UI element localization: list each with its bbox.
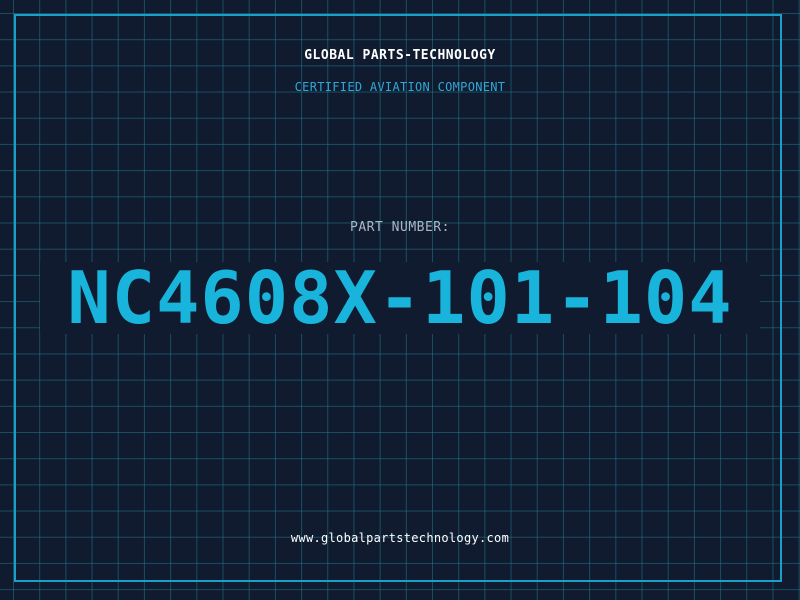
part-number-value: NC4608X-101-104 bbox=[67, 256, 733, 340]
website-url: www.globalpartstechnology.com bbox=[290, 531, 510, 545]
certification-tagline: CERTIFIED AVIATION COMPONENT bbox=[294, 80, 506, 94]
part-number-label: PART NUMBER: bbox=[350, 220, 450, 235]
company-name: GLOBAL PARTS-TECHNOLOGY bbox=[304, 48, 496, 63]
label-card: GLOBAL PARTS-TECHNOLOGY CERTIFIED AVIATI… bbox=[0, 0, 800, 600]
